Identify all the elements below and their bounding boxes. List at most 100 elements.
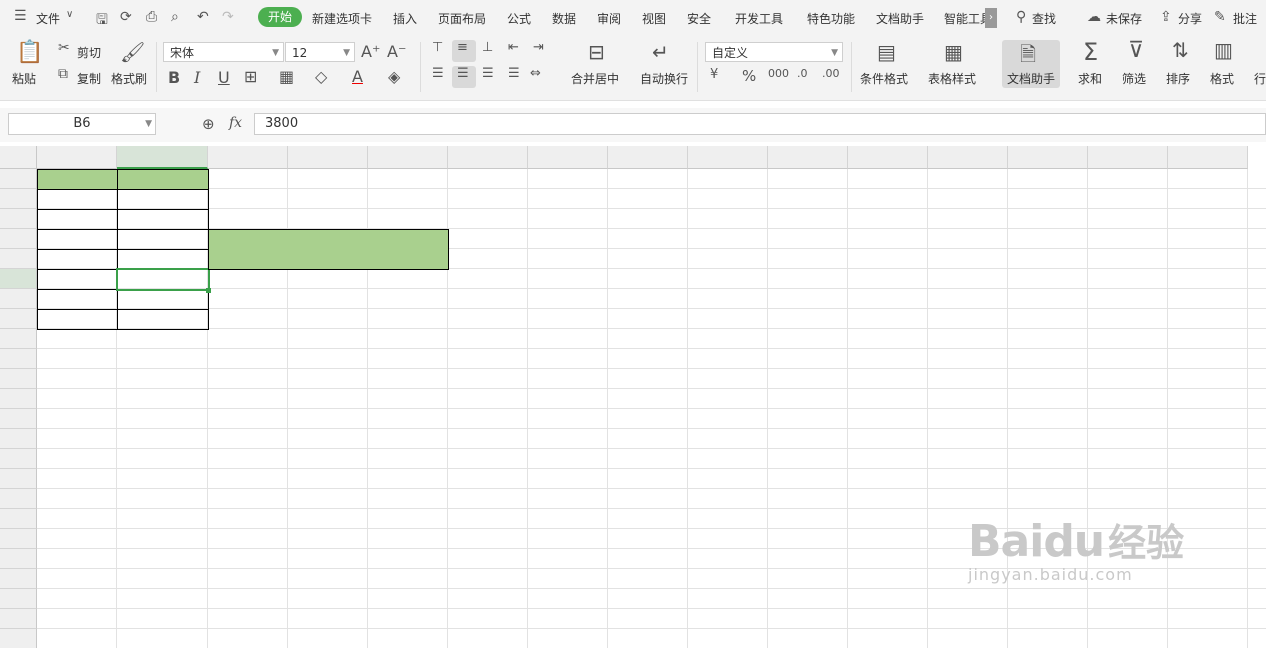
paste-button[interactable]: 粘贴 <box>12 70 36 87</box>
comment-icon[interactable]: ✎ <box>1214 9 1226 25</box>
column-header-h[interactable] <box>608 146 688 169</box>
decrease-decimal-icon[interactable]: .00 <box>822 67 840 80</box>
tab-doc-assistant[interactable]: 文档助手 <box>876 10 924 27</box>
cell-salary-masked[interactable] <box>117 289 209 310</box>
share-button[interactable]: 分享 <box>1178 10 1202 27</box>
doc-assistant-button[interactable]: 文档助手 <box>1007 70 1055 87</box>
align-bottom-icon[interactable]: ⊥ <box>482 40 493 55</box>
format-painter-icon[interactable]: 🖌 <box>120 40 145 64</box>
print-icon[interactable]: ⎙ <box>146 9 157 25</box>
conditional-format-icon[interactable]: ▤ <box>877 40 896 64</box>
tab-home[interactable]: 开始 <box>258 7 303 27</box>
row-header-19[interactable] <box>0 529 37 549</box>
row-header-16[interactable] <box>0 469 37 489</box>
increase-font-icon[interactable]: A⁺ <box>361 42 380 61</box>
save-icon[interactable]: 🖫 <box>96 9 108 33</box>
distributed-icon[interactable]: ⇔ <box>530 66 541 81</box>
cell-salary-masked[interactable] <box>117 229 209 250</box>
row-header-1[interactable] <box>0 169 37 189</box>
fx-label[interactable]: fx <box>229 115 242 131</box>
clear-format-icon[interactable]: ◈ <box>388 67 400 86</box>
row-header-23[interactable] <box>0 609 37 629</box>
column-header-g[interactable] <box>528 146 608 169</box>
sum-icon[interactable]: Σ <box>1083 38 1098 66</box>
tab-review[interactable]: 审阅 <box>597 10 621 27</box>
name-box[interactable]: B6 ▼ <box>8 113 156 135</box>
outdent-icon[interactable]: ⇤ <box>508 40 519 55</box>
row-header-12[interactable] <box>0 389 37 409</box>
cell-name[interactable] <box>37 209 118 230</box>
chevron-right-icon[interactable]: › <box>985 8 997 28</box>
merge-center-icon[interactable]: ⊟ <box>588 40 605 64</box>
zoom-icon[interactable]: ⊕ <box>202 115 215 133</box>
tab-page-layout[interactable]: 页面布局 <box>438 10 486 27</box>
row-header-18[interactable] <box>0 509 37 529</box>
row-header-4[interactable] <box>0 229 37 249</box>
font-name-select[interactable]: 宋体 ▼ <box>163 42 284 62</box>
menu-file[interactable]: 文件 <box>36 10 60 27</box>
comment-button[interactable]: 批注 <box>1233 10 1257 27</box>
sort-icon[interactable]: ⇅ <box>1172 38 1189 62</box>
filter-icon[interactable]: ⊽ <box>1128 38 1144 63</box>
cloud-icon[interactable]: ☁ <box>1087 9 1101 25</box>
column-header-j[interactable] <box>768 146 848 169</box>
column-header-c[interactable] <box>208 146 288 169</box>
tab-developer[interactable]: 开发工具 <box>735 10 783 27</box>
scissors-icon[interactable]: ✂ <box>58 40 70 56</box>
conditional-format-button[interactable]: 条件格式 <box>860 70 908 87</box>
row-header-20[interactable] <box>0 549 37 569</box>
print-preview-icon[interactable]: ⌕ <box>171 9 179 25</box>
cell-name[interactable] <box>37 309 118 330</box>
bold-icon[interactable]: B <box>168 68 180 87</box>
row-header-3[interactable] <box>0 209 37 229</box>
column-header-d[interactable] <box>288 146 368 169</box>
wrap-text-button[interactable]: 自动换行 <box>640 70 688 87</box>
align-middle-icon[interactable]: ≡ <box>457 40 468 55</box>
column-header-i[interactable] <box>688 146 768 169</box>
decrease-font-icon[interactable]: A⁻ <box>387 42 406 61</box>
doc-assistant-icon[interactable]: 🗎 <box>1020 40 1036 74</box>
row-header-17[interactable] <box>0 489 37 509</box>
chevron-down-icon[interactable]: ▼ <box>145 114 152 134</box>
formula-input[interactable]: 3800 <box>254 113 1266 135</box>
hamburger-menu-icon[interactable]: ☰ <box>14 8 27 24</box>
format-icon[interactable]: ▥ <box>1214 38 1233 62</box>
column-header-k[interactable] <box>848 146 928 169</box>
number-format-select[interactable]: 自定义 ▼ <box>705 42 843 62</box>
tab-insert[interactable]: 插入 <box>393 10 417 27</box>
filter-button[interactable]: 筛选 <box>1122 70 1146 87</box>
font-color-icon[interactable]: A <box>352 67 363 86</box>
justify-icon[interactable]: ☰ <box>508 66 520 81</box>
copy-icon[interactable]: ⧉ <box>58 66 68 82</box>
tab-data[interactable]: 数据 <box>552 10 576 27</box>
column-header-b[interactable] <box>117 146 208 169</box>
rows-cols-button[interactable]: 行 <box>1254 70 1266 87</box>
row-header-5[interactable] <box>0 249 37 269</box>
cell-a1[interactable] <box>37 169 118 190</box>
increase-decimal-icon[interactable]: .0 <box>797 67 808 80</box>
tab-view[interactable]: 视图 <box>642 10 666 27</box>
tab-new[interactable]: 新建选项卡 <box>312 10 372 27</box>
row-header-9[interactable] <box>0 329 37 349</box>
cell-name[interactable] <box>37 249 118 270</box>
format-button[interactable]: 格式 <box>1210 70 1234 87</box>
row-header-6[interactable] <box>0 269 37 289</box>
row-header-22[interactable] <box>0 589 37 609</box>
cell-name[interactable] <box>37 229 118 250</box>
column-header-o[interactable] <box>1168 146 1248 169</box>
undo-icon[interactable]: ↶ <box>197 9 209 25</box>
row-header-13[interactable] <box>0 409 37 429</box>
row-header-7[interactable] <box>0 289 37 309</box>
cell-name[interactable] <box>37 269 118 290</box>
sort-button[interactable]: 排序 <box>1166 70 1190 87</box>
redo-save-icon[interactable]: ⟳ <box>120 9 132 25</box>
chevron-down-icon[interactable]: ∨ <box>66 9 73 20</box>
wrap-text-icon[interactable]: ↵ <box>652 40 669 64</box>
row-header-14[interactable] <box>0 429 37 449</box>
cell-name[interactable] <box>37 189 118 210</box>
table-style-button[interactable]: 表格样式 <box>928 70 976 87</box>
currency-icon[interactable]: ¥ <box>710 67 718 82</box>
fill-handle[interactable] <box>206 288 211 293</box>
cut-button[interactable]: 剪切 <box>77 44 101 61</box>
thousands-icon[interactable]: 000 <box>768 67 789 80</box>
